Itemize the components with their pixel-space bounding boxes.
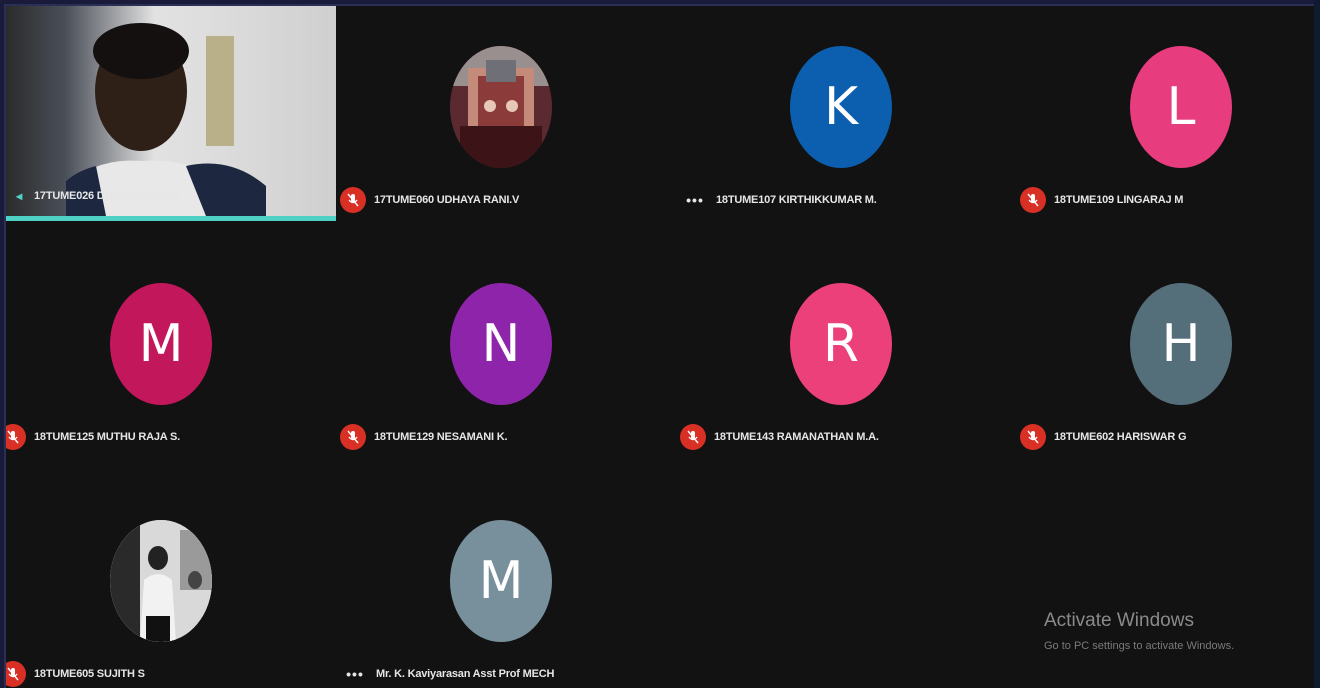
- participant-initial-avatar: R: [790, 283, 892, 405]
- participant-name: 18TUME109 LINGARAJ M: [1054, 194, 1184, 206]
- watermark-subtitle: Go to PC settings to activate Windows.: [1044, 640, 1235, 652]
- avatar-initial: R: [822, 314, 860, 374]
- participant-tile[interactable]: N 18TUME129 NESAMANI K.: [336, 243, 666, 458]
- participant-name-row: ••• Mr. K. Kaviyarasan Asst Prof MECH: [342, 660, 554, 688]
- participant-initial-avatar: H: [1130, 283, 1232, 405]
- participant-tile[interactable]: M 18TUME125 MUTHU RAJA S.: [6, 243, 326, 458]
- mic-off-icon[interactable]: [6, 424, 26, 450]
- participant-tile[interactable]: R 18TUME143 RAMANATHAN M.A.: [676, 243, 1006, 458]
- window-edge: [1314, 0, 1320, 688]
- avatar-initial: M: [478, 551, 524, 611]
- active-speaker-bar: [6, 216, 336, 221]
- avatar-initial: H: [1161, 314, 1201, 374]
- participant-tile[interactable]: 17TUME060 UDHAYA RANI.V: [336, 6, 666, 221]
- participant-name: 18TUME129 NESAMANI K.: [374, 431, 508, 443]
- participant-name: 18TUME605 SUJITH S: [34, 668, 145, 680]
- participant-name-row: 18TUME129 NESAMANI K.: [340, 423, 508, 451]
- participant-name: 18TUME143 RAMANATHAN M.A.: [714, 431, 879, 443]
- participant-name-row: 18TUME143 RAMANATHAN M.A.: [680, 423, 879, 451]
- participant-tile[interactable]: L 18TUME109 LINGARAJ M: [1016, 6, 1314, 221]
- windows-activation-watermark: Activate Windows Go to PC settings to ac…: [1044, 610, 1234, 652]
- avatar-initial: L: [1166, 77, 1196, 137]
- participant-tile[interactable]: K ••• 18TUME107 KIRTHIKKUMAR M.: [676, 6, 1006, 221]
- participant-initial-avatar: M: [450, 520, 552, 642]
- more-options-icon[interactable]: •••: [682, 192, 708, 208]
- participant-tile[interactable]: 18TUME605 SUJITH S: [6, 480, 326, 688]
- photo-avatar-image: [450, 46, 552, 168]
- participant-name-row: ◂ 17TUME026 DHEENASAGAR: [12, 182, 181, 210]
- participant-tile[interactable]: M ••• Mr. K. Kaviyarasan Asst Prof MECH: [336, 480, 666, 688]
- mic-off-icon[interactable]: [1020, 187, 1046, 213]
- participant-photo-avatar: [110, 520, 212, 642]
- participant-name: 17TUME060 UDHAYA RANI.V: [374, 194, 520, 206]
- mic-off-icon[interactable]: [340, 187, 366, 213]
- participant-name-row: ••• 18TUME107 KIRTHIKKUMAR M.: [682, 186, 877, 214]
- meeting-grid: ◂ 17TUME026 DHEENASAGAR 17TUME060 UDHAYA…: [4, 4, 1314, 688]
- photo-avatar-image: [110, 520, 212, 642]
- mic-off-icon[interactable]: [340, 424, 366, 450]
- participant-name-row: 17TUME060 UDHAYA RANI.V: [340, 186, 519, 214]
- participant-tile[interactable]: H 18TUME602 HARISWAR G: [1016, 243, 1314, 458]
- participant-name-row: 18TUME602 HARISWAR G: [1020, 423, 1187, 451]
- avatar-initial: M: [138, 314, 184, 374]
- participant-photo-avatar: [450, 46, 552, 168]
- avatar-initial: K: [823, 77, 859, 137]
- participant-name: 18TUME107 KIRTHIKKUMAR M.: [716, 194, 877, 206]
- participant-name: Mr. K. Kaviyarasan Asst Prof MECH: [376, 668, 555, 680]
- participant-name: 17TUME026 DHEENASAGAR: [34, 190, 181, 202]
- participant-initial-avatar: M: [110, 283, 212, 405]
- more-options-icon[interactable]: •••: [342, 666, 368, 682]
- participant-initial-avatar: N: [450, 283, 552, 405]
- participant-tile-video[interactable]: ◂ 17TUME026 DHEENASAGAR: [6, 6, 336, 221]
- participant-initial-avatar: K: [790, 46, 892, 168]
- participant-name: 18TUME125 MUTHU RAJA S.: [34, 431, 180, 443]
- participant-name: 18TUME602 HARISWAR G: [1054, 431, 1187, 443]
- mic-off-icon[interactable]: [1020, 424, 1046, 450]
- participant-name-row: 18TUME109 LINGARAJ M: [1020, 186, 1183, 214]
- mic-off-icon[interactable]: [6, 661, 26, 687]
- participant-name-row: 18TUME125 MUTHU RAJA S.: [6, 423, 180, 451]
- participant-initial-avatar: L: [1130, 46, 1232, 168]
- participant-name-row: 18TUME605 SUJITH S: [6, 660, 145, 688]
- watermark-title: Activate Windows: [1044, 610, 1194, 631]
- mic-off-icon[interactable]: [680, 424, 706, 450]
- avatar-initial: N: [481, 314, 521, 374]
- speaking-indicator-icon: ◂: [16, 189, 22, 203]
